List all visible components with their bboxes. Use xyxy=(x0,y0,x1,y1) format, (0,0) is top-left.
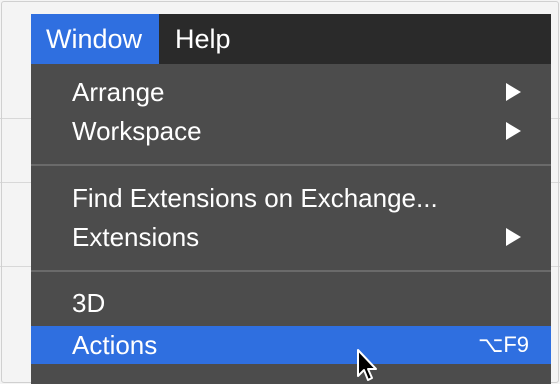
menu-item-shortcut: ⌥F9 xyxy=(477,332,529,357)
menu-item-find-extensions[interactable]: Find Extensions on Exchange... xyxy=(31,179,551,217)
menu-bar-help[interactable]: Help xyxy=(159,14,247,64)
menu-item-label: 3D xyxy=(72,288,106,318)
menu-item-arrange[interactable]: Arrange xyxy=(31,73,551,111)
submenu-arrow-icon xyxy=(506,83,521,101)
submenu-arrow-icon xyxy=(506,228,521,246)
menu-item-label: Actions xyxy=(72,330,158,360)
menu-separator xyxy=(31,270,551,272)
menu-item-3d[interactable]: 3D xyxy=(31,284,551,322)
menu-bar-window[interactable]: Window xyxy=(31,14,160,64)
mouse-pointer-icon xyxy=(357,349,377,381)
menu-item-extensions[interactable]: Extensions xyxy=(31,218,551,256)
submenu-arrow-icon xyxy=(506,122,521,140)
menu-item-actions[interactable]: Actions ⌥F9 xyxy=(31,326,551,364)
menu-item-label: Find Extensions on Exchange... xyxy=(72,183,438,213)
menu-separator xyxy=(31,164,551,166)
menu-item-label: Arrange xyxy=(72,77,165,107)
menu-item-workspace[interactable]: Workspace xyxy=(31,112,551,150)
menu-bar: Window Help xyxy=(31,14,551,64)
menu-item-label: Workspace xyxy=(72,116,202,146)
window-dropdown-menu: Arrange Workspace Find Extensions on Exc… xyxy=(31,64,551,384)
menu-item-label: Extensions xyxy=(72,222,200,252)
